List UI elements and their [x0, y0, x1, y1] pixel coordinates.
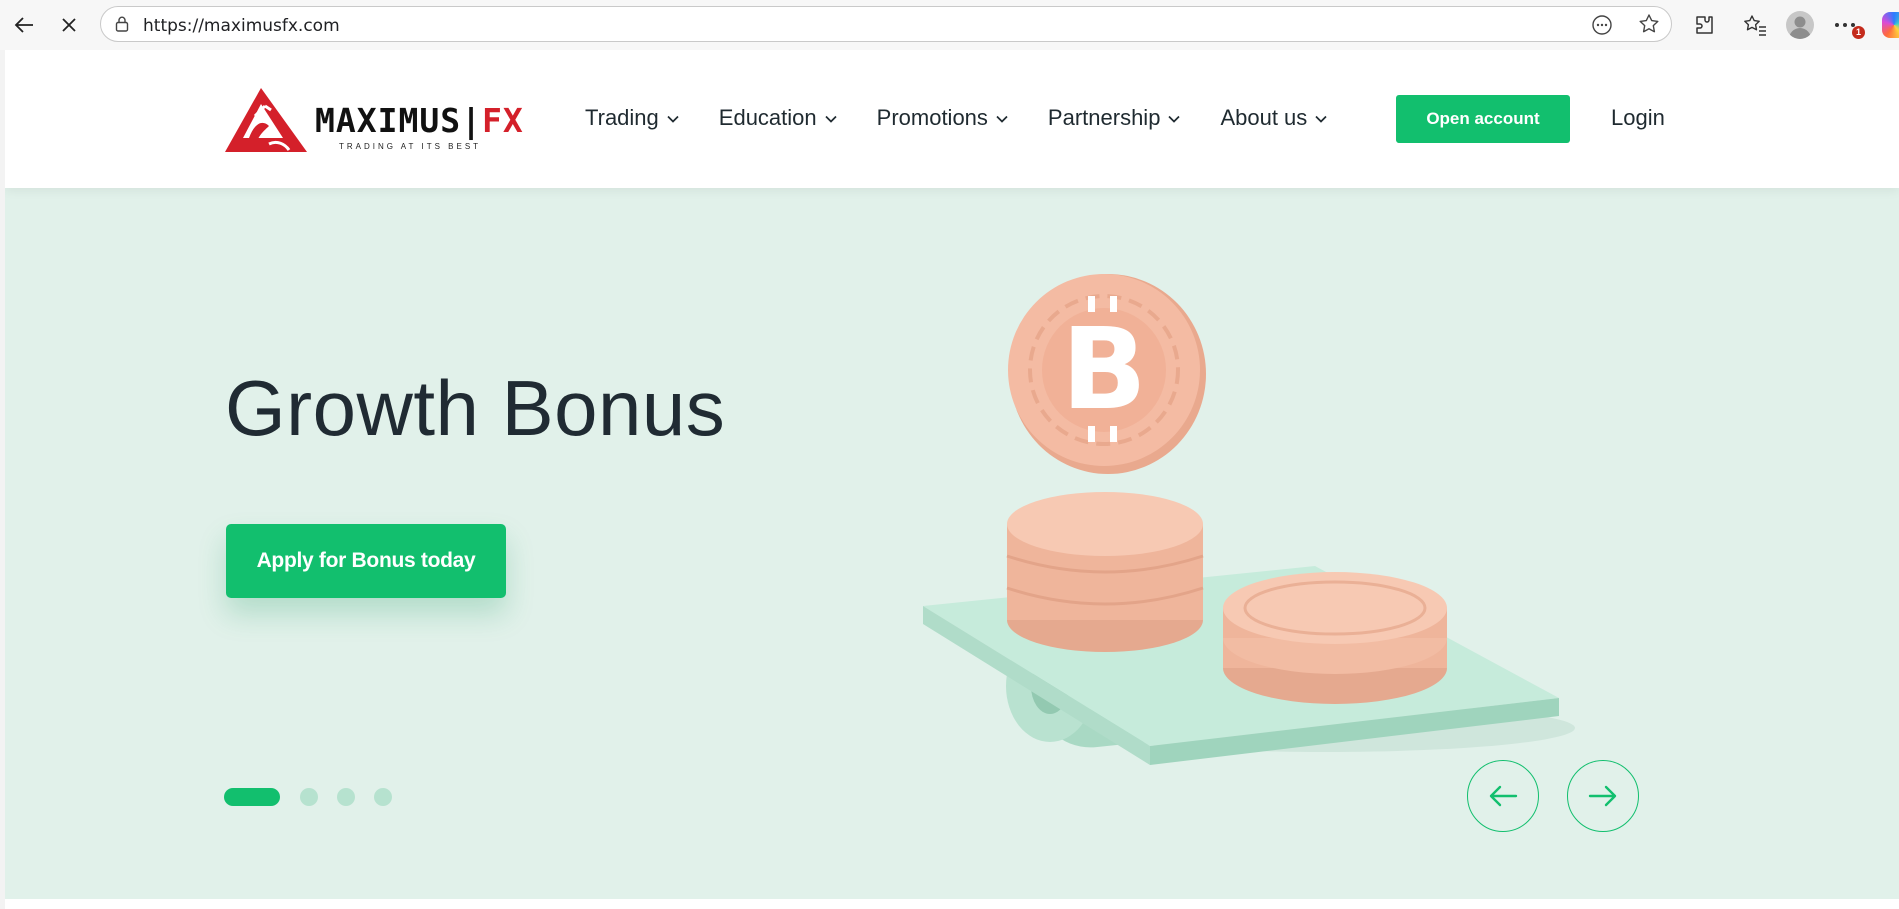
arrow-right-icon — [1588, 785, 1617, 807]
favorites-icon[interactable] — [1737, 7, 1773, 43]
lock-icon[interactable] — [113, 15, 131, 38]
address-bar[interactable]: https://maximusfx.com — [100, 6, 1672, 42]
svg-text:B: B — [1061, 305, 1146, 435]
browser-toolbar: https://maximusfx.com 1 — [0, 0, 1899, 50]
back-arrow-icon[interactable] — [6, 7, 42, 43]
nav-partnership-label: Partnership — [1047, 105, 1161, 130]
brand-name-main: MAXIMUS — [315, 101, 462, 140]
nav-trading[interactable]: Trading — [585, 105, 679, 131]
web-page: MAXIMUS|FX TRADING AT ITS BEST Trading E… — [5, 50, 1899, 909]
notification-badge: 1 — [1852, 26, 1865, 39]
login-link[interactable]: Login — [1611, 105, 1665, 131]
brand-name-suffix: FX — [481, 101, 524, 140]
site-logo[interactable]: MAXIMUS|FX TRADING AT ITS BEST — [225, 86, 523, 156]
slide-indicator-1[interactable] — [224, 788, 280, 806]
nav-promotions[interactable]: Promotions — [877, 105, 1008, 131]
bitcoin-seesaw-illustration: B — [923, 274, 1575, 765]
chevron-down-icon — [825, 115, 837, 123]
stop-loading-icon[interactable] — [51, 7, 87, 43]
nav-trading-label: Trading — [585, 105, 659, 130]
slider-prev-button[interactable] — [1467, 760, 1539, 832]
chevron-down-icon — [1168, 115, 1181, 123]
hero-title: Growth Bonus — [225, 364, 726, 452]
logo-mark — [225, 88, 307, 152]
site-header: MAXIMUS|FX TRADING AT ITS BEST Trading E… — [5, 50, 1899, 188]
slider-pagination — [224, 788, 411, 806]
bitcoin-coin: B — [1008, 274, 1206, 474]
nav-partnership[interactable]: Partnership — [1048, 105, 1181, 131]
star-icon[interactable] — [1637, 12, 1661, 41]
chevron-down-icon — [1315, 115, 1327, 123]
arrow-left-icon — [1489, 785, 1518, 807]
right-coin-stack — [1223, 572, 1447, 704]
brand-tagline: TRADING AT ITS BEST — [339, 142, 482, 151]
chevron-down-icon — [667, 115, 679, 123]
left-coin-stack — [1006, 492, 1204, 652]
nav-about-us-label: About us — [1220, 105, 1308, 130]
hero-slider: Growth Bonus Apply for Bonus today B — [5, 188, 1899, 899]
slide-indicator-4[interactable] — [374, 788, 392, 806]
open-account-button[interactable]: Open account — [1396, 95, 1570, 143]
nav-promotions-label: Promotions — [876, 105, 988, 130]
page-bottom-edge — [5, 899, 1899, 909]
nav-education-label: Education — [718, 105, 817, 130]
brand-name: MAXIMUS|FX — [315, 101, 524, 140]
slide-indicator-2[interactable] — [300, 788, 318, 806]
reader-mode-icon[interactable] — [1591, 14, 1613, 41]
url-text[interactable]: https://maximusfx.com — [143, 16, 340, 36]
nav-education[interactable]: Education — [719, 105, 837, 131]
puzzle-icon[interactable] — [1686, 7, 1722, 43]
slider-next-button[interactable] — [1567, 760, 1639, 832]
slide-indicator-3[interactable] — [337, 788, 355, 806]
chevron-down-icon — [996, 115, 1008, 123]
profile-avatar[interactable] — [1786, 11, 1814, 39]
nav-about-us[interactable]: About us — [1220, 105, 1327, 131]
copilot-icon[interactable] — [1882, 12, 1899, 38]
apply-bonus-button[interactable]: Apply for Bonus today — [226, 524, 506, 598]
main-nav: Trading Education Promotions Partnership… — [585, 105, 1367, 131]
